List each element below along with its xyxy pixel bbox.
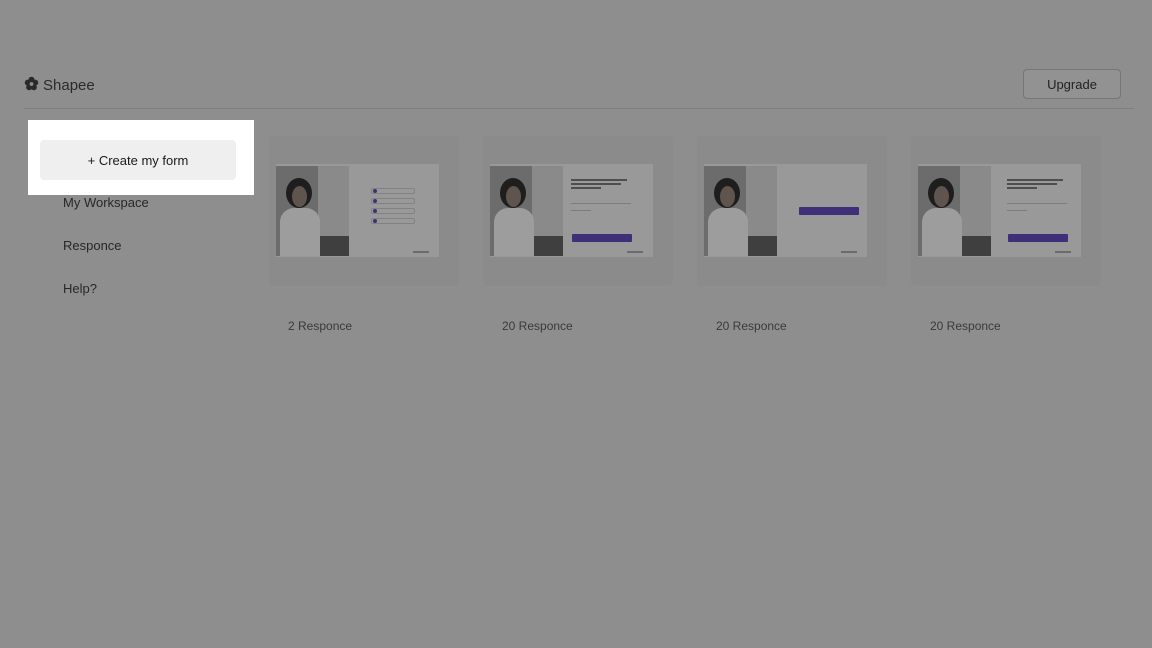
form-thumbnail [490, 164, 653, 257]
sidebar-item-help[interactable]: Help? [63, 281, 97, 296]
form-response-count: 20 Responce [930, 319, 1001, 333]
header-divider [24, 108, 1134, 109]
form-card[interactable] [697, 136, 887, 286]
flower-icon [24, 76, 39, 95]
form-thumbnail [918, 164, 1081, 257]
upgrade-button[interactable]: Upgrade [1023, 69, 1121, 99]
form-response-count: 20 Responce [716, 319, 787, 333]
form-thumbnail [276, 164, 439, 257]
form-response-count: 20 Responce [502, 319, 573, 333]
form-card[interactable] [483, 136, 673, 286]
app-logo[interactable]: Shapee [24, 74, 95, 96]
portrait-image [276, 166, 349, 256]
form-card[interactable] [269, 136, 459, 286]
sidebar-item-responce[interactable]: Responce [63, 238, 122, 253]
portrait-image [704, 166, 777, 256]
form-thumbnail [704, 164, 867, 257]
form-response-count: 2 Responce [288, 319, 353, 333]
sidebar-item-my-workspace[interactable]: My Workspace [63, 195, 149, 210]
portrait-image [918, 166, 991, 256]
form-card[interactable] [911, 136, 1101, 286]
create-form-button[interactable]: + Create my form [40, 140, 236, 180]
portrait-image [490, 166, 563, 256]
app-name: Shapee [43, 76, 95, 94]
